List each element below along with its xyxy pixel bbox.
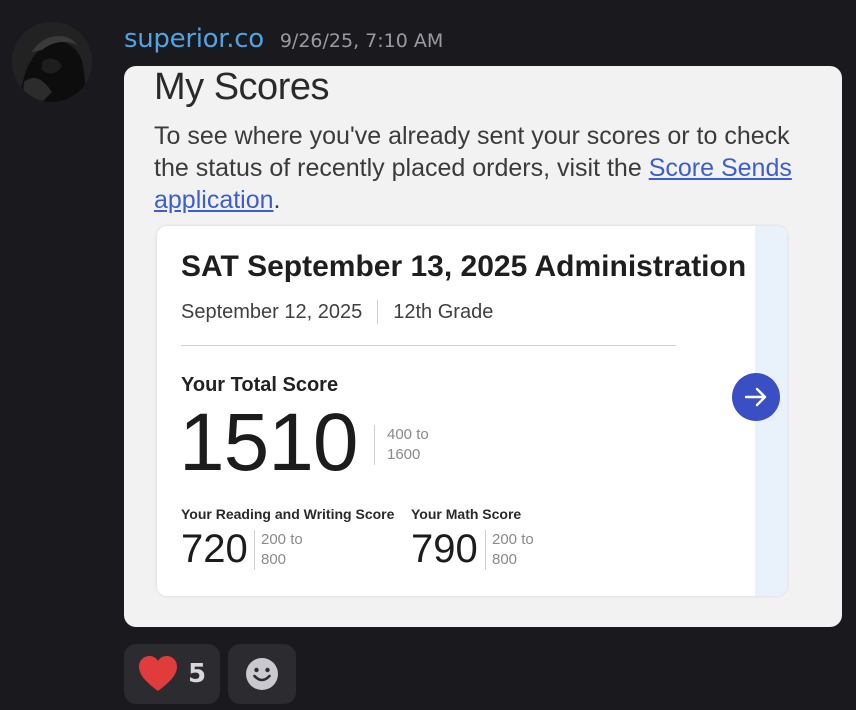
card-divider [181,345,676,346]
rw-range-line2: 800 [261,551,287,568]
username[interactable]: superior.co [124,24,264,54]
add-reaction-icon [246,658,278,690]
timestamp: 9/26/25, 7:10 AM [279,30,444,52]
rw-score-label: Your Reading and Writing Score [181,506,395,522]
add-reaction-button[interactable] [228,644,296,704]
meta-separator [377,300,379,324]
reactions-bar: 5 [124,644,296,704]
card-meta: September 12, 2025 12th Grade [181,300,493,324]
math-score: 790 [411,527,478,571]
math-range-line1: 200 to [492,531,534,548]
heart-reaction-count: 5 [187,659,207,689]
total-range-line1: 400 to [387,426,429,443]
total-range-line2: 1600 [387,446,421,463]
math-range-line2: 800 [492,551,518,568]
rw-score: 720 [181,527,248,571]
message-header: superior.co 9/26/25, 7:10 AM [124,24,443,54]
grade-level: 12th Grade [393,300,494,323]
math-score-label: Your Math Score [411,506,522,522]
intro-text-end: . [273,186,281,214]
heart-icon [138,656,177,691]
arrow-right-icon [744,387,767,407]
intro-text: To see where you've already sent your sc… [154,120,814,216]
total-score-label: Your Total Score [181,374,339,396]
heart-reaction-button[interactable]: 5 [124,644,220,704]
rw-range-line1: 200 to [261,531,303,548]
total-score: 1510 [179,397,358,488]
avatar-image [12,22,92,102]
total-score-range: 400 to 1600 [374,425,429,465]
card-title: SAT September 13, 2025 Administration [181,250,747,283]
chat-message: superior.co 9/26/25, 7:10 AM My Scores T… [0,0,856,710]
score-card[interactable]: SAT September 13, 2025 Administration Se… [157,226,787,596]
view-details-button[interactable] [732,373,780,421]
avatar[interactable] [12,22,92,102]
math-score-range: 200 to 800 [485,530,534,570]
rw-score-range: 200 to 800 [254,530,303,570]
image-attachment[interactable]: My Scores To see where you've already se… [124,66,842,627]
page-title: My Scores [154,66,329,108]
test-date: September 12, 2025 [181,300,363,323]
